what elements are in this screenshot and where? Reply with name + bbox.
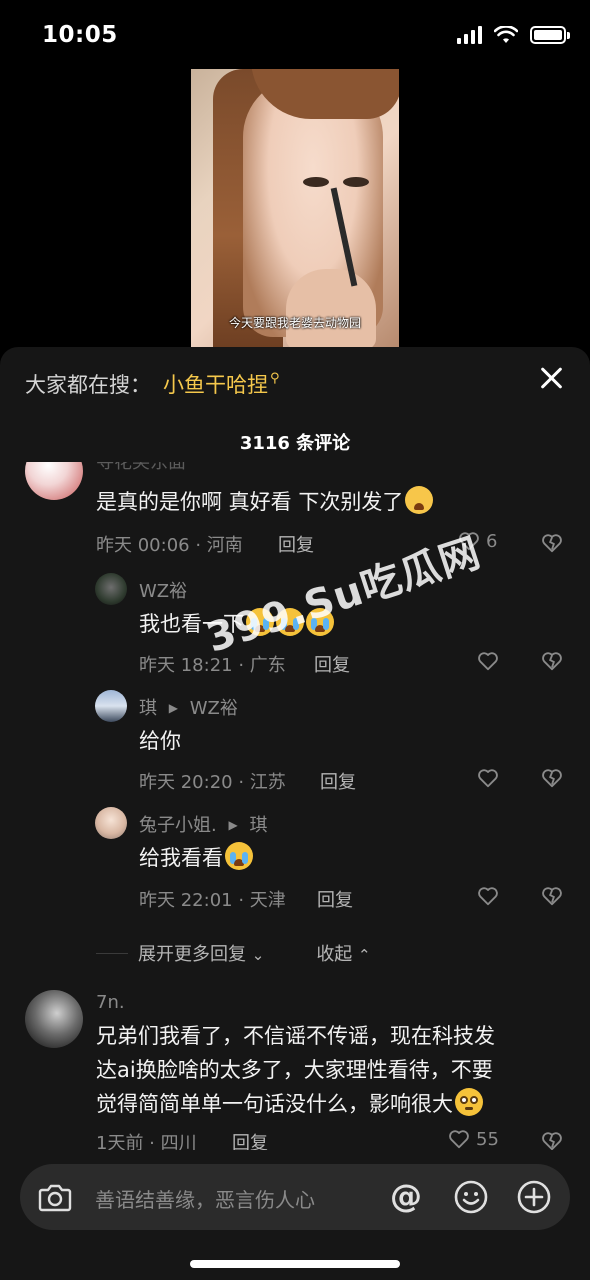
video-subtitle: 今天要跟我老婆去动物园 <box>228 316 361 330</box>
dislike-icon[interactable] <box>541 532 563 554</box>
comment-text: 兄弟们我看了，不信谣不传谣，现在科技发 达ai换脸啥的太多了，大家理性看待，不要… <box>96 1024 495 1116</box>
comment-author[interactable]: 7n. <box>96 992 125 1013</box>
wifi-icon <box>494 26 518 43</box>
comment-text: 给你 <box>139 729 181 753</box>
reply-arrow-icon: ▶ <box>168 701 178 715</box>
comment-input[interactable]: 善语结善缘，恶言伤人心 @ <box>20 1164 570 1230</box>
avatar[interactable] <box>95 807 127 839</box>
status-icons <box>457 26 570 44</box>
comment-meta: 昨天 22:01 · 天津 <box>139 890 286 911</box>
comment-text: 给我看看 <box>139 841 253 875</box>
dislike-icon[interactable] <box>541 650 563 672</box>
comment-text: 我也看一下 <box>139 607 334 641</box>
camera-icon[interactable] <box>38 1181 72 1213</box>
reply-button[interactable]: 回复 <box>317 886 353 912</box>
trending-search-term[interactable]: 小鱼干哈捏 <box>163 369 268 399</box>
emoji-icon[interactable] <box>453 1179 489 1215</box>
battery-icon <box>530 26 570 44</box>
comment-text: 是真的是你啊 真好看 下次别发了 <box>96 485 434 519</box>
avatar[interactable] <box>95 690 127 722</box>
crying-face-emoji <box>306 608 334 636</box>
chevron-up-icon: ⌃ <box>358 946 371 964</box>
trending-search-prefix: 大家都在搜： <box>25 373 151 397</box>
crying-face-emoji <box>246 608 274 636</box>
reply-arrow-icon: ▶ <box>228 818 238 832</box>
flushed-face-emoji <box>455 1088 483 1116</box>
cellular-signal-icon <box>457 26 482 44</box>
expand-replies-row: 展开更多回复 ⌄ 收起 ⌃ <box>96 938 516 968</box>
screen: 10:05 今天要跟我老婆去动物园 大家都在搜： 小鱼干哈捏 ⚲ 3116 条评… <box>0 0 590 1280</box>
plus-icon[interactable] <box>516 1179 552 1215</box>
like-count: 55 <box>476 1128 499 1150</box>
avatar[interactable] <box>25 462 83 500</box>
crying-face-emoji <box>276 608 304 636</box>
comment-panel: 大家都在搜： 小鱼干哈捏 ⚲ 3116 条评论 寻花笑东面 是真的是你啊 真好看… <box>0 347 590 1280</box>
heart-icon <box>459 532 479 551</box>
heart-icon[interactable] <box>477 767 499 789</box>
avatar[interactable] <box>25 990 83 1048</box>
chevron-down-icon: ⌄ <box>251 946 265 964</box>
comment-author[interactable]: 寻花笑东面 <box>96 462 186 474</box>
collapse-replies-button[interactable]: 收起 ⌃ <box>316 940 370 966</box>
comment-author[interactable]: WZ裕 <box>139 577 187 603</box>
comment-author[interactable]: 琪 ▶ WZ裕 <box>139 694 238 720</box>
comment-list[interactable]: 寻花笑东面 是真的是你啊 真好看 下次别发了 昨天 00:06 · 河南 回复 … <box>0 462 590 1152</box>
reply-button[interactable]: 回复 <box>320 768 356 794</box>
comment-count: 3116 条评论 <box>239 433 351 454</box>
video-player[interactable]: 今天要跟我老婆去动物园 <box>191 69 399 347</box>
avatar[interactable] <box>95 573 127 605</box>
comment-meta: 昨天 00:06 · 河南 <box>96 535 243 556</box>
like-button[interactable]: 55 <box>448 1128 499 1150</box>
home-indicator[interactable] <box>190 1260 400 1268</box>
heart-icon[interactable] <box>477 885 499 907</box>
divider <box>96 952 128 954</box>
comment-meta: 昨天 20:20 · 江苏 <box>139 772 286 793</box>
comment-input-bar: 善语结善缘，恶言伤人心 @ <box>0 1150 590 1280</box>
search-icon: ⚲ <box>270 370 280 386</box>
status-time: 10:05 <box>42 22 118 48</box>
crying-face-emoji <box>225 842 253 870</box>
heart-icon <box>449 1130 469 1149</box>
like-count: 6 <box>486 530 498 552</box>
close-button[interactable] <box>538 365 564 391</box>
comment-meta: 1天前 · 四川 <box>96 1133 197 1152</box>
comment-input-placeholder: 善语结善缘，恶言伤人心 <box>95 1188 315 1212</box>
reply-button[interactable]: 回复 <box>314 651 350 677</box>
mention-icon[interactable]: @ <box>390 1177 422 1215</box>
reply-to-author: 琪 <box>249 815 268 836</box>
expand-more-replies-button[interactable]: 展开更多回复 ⌄ <box>138 940 264 966</box>
status-bar: 10:05 <box>0 0 590 70</box>
dislike-icon[interactable] <box>541 885 563 907</box>
reply-button[interactable]: 回复 <box>232 1129 268 1152</box>
trending-search[interactable]: 大家都在搜： 小鱼干哈捏 ⚲ <box>25 369 280 399</box>
dislike-icon[interactable] <box>541 1130 563 1152</box>
comment-meta: 昨天 18:21 · 广东 <box>139 655 286 676</box>
like-button[interactable]: 6 <box>458 530 497 552</box>
reply-button[interactable]: 回复 <box>278 531 314 557</box>
reply-to-author: WZ裕 <box>189 698 238 719</box>
dislike-icon[interactable] <box>541 767 563 789</box>
comment-author[interactable]: 兔子小姐. ▶ 琪 <box>139 811 267 837</box>
heart-icon[interactable] <box>477 650 499 672</box>
hug-face-emoji <box>405 486 434 514</box>
